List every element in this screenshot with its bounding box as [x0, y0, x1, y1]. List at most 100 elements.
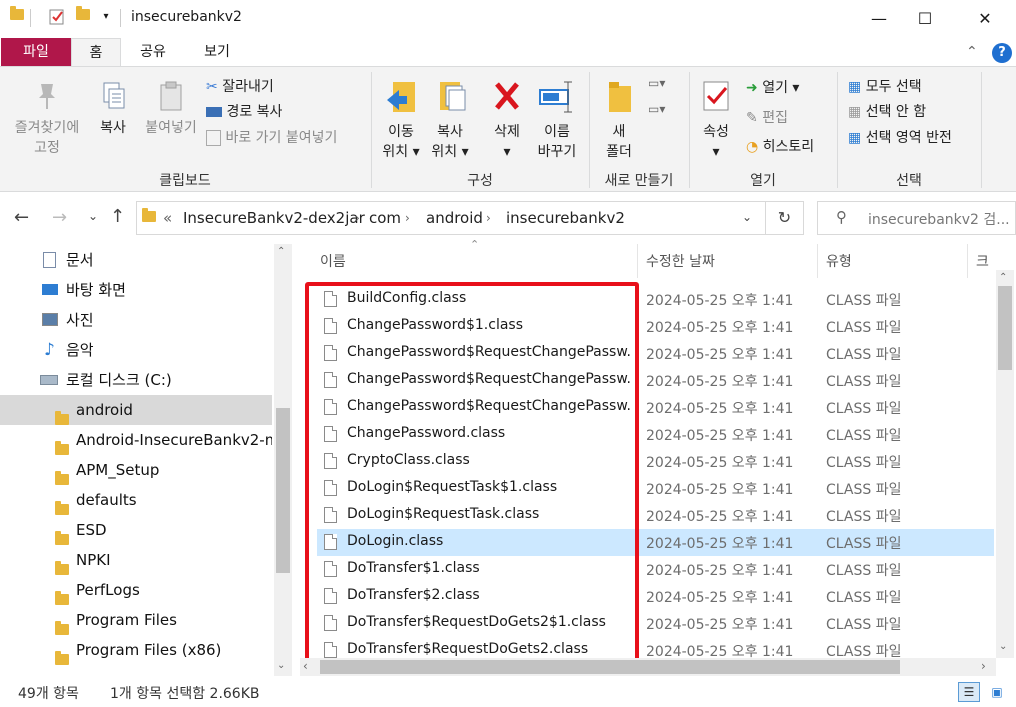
properties-quick-icon[interactable]	[48, 8, 66, 26]
close-button[interactable]: ✕	[962, 0, 1008, 38]
column-divider[interactable]	[637, 244, 638, 278]
scroll-down-icon[interactable]: ⌄	[277, 660, 285, 671]
group-label-open: 열기	[750, 173, 776, 189]
open-button[interactable]: ➜ 열기 ▾	[746, 76, 799, 100]
copy-path-icon	[206, 107, 222, 117]
nav-item-desktop[interactable]: 바탕 화면	[0, 275, 272, 305]
breadcrumb-overflow[interactable]: «	[163, 209, 172, 227]
vertical-scroll-thumb[interactable]	[998, 286, 1012, 370]
nav-item-music[interactable]: ♪ 음악	[0, 335, 272, 365]
file-type: CLASS 파일	[826, 428, 902, 444]
file-type: CLASS 파일	[826, 374, 902, 390]
nav-item-pictures[interactable]: 사진	[0, 305, 272, 335]
column-header-name[interactable]: 이름	[320, 251, 346, 271]
nav-item-android[interactable]: android	[0, 395, 272, 425]
select-none-icon: ▦	[848, 104, 862, 120]
nav-item-documents[interactable]: 문서	[0, 245, 272, 275]
folder-icon	[8, 6, 26, 26]
column-header-size[interactable]: 크	[976, 251, 996, 271]
rename-button[interactable]: 이름 바꾸기	[534, 78, 580, 162]
properties-button[interactable]: 속성 ▾	[696, 78, 736, 162]
breadcrumb-item[interactable]: insecurebankv2	[506, 209, 625, 227]
pin-quick-access-button[interactable]: 즐겨찾기에 고정	[4, 80, 90, 158]
move-to-icon	[387, 82, 415, 112]
breadcrumb-separator[interactable]: ›	[355, 211, 360, 225]
new-folder-button[interactable]: 새 폴더	[598, 78, 640, 162]
up-button[interactable]: ↑	[110, 206, 125, 227]
easy-access-icon[interactable]: ▭▾	[648, 102, 665, 116]
file-type: CLASS 파일	[826, 293, 902, 309]
tab-home[interactable]: 홈	[71, 38, 121, 66]
collapse-ribbon-icon[interactable]: ⌃	[966, 44, 978, 60]
invert-selection-button[interactable]: ▦ 선택 영역 반전	[848, 126, 952, 150]
horizontal-scroll-thumb[interactable]	[320, 660, 900, 674]
tab-view[interactable]: 보기	[192, 38, 242, 66]
copy-icon	[103, 82, 125, 109]
nav-item-folder[interactable]: APM_Setup	[0, 455, 272, 485]
new-folder-quick-icon[interactable]	[74, 6, 92, 26]
breadcrumb-separator[interactable]: ›	[486, 211, 491, 225]
column-divider[interactable]	[817, 244, 818, 278]
minimize-button[interactable]: —	[856, 0, 902, 38]
scroll-up-icon[interactable]: ⌃	[277, 246, 285, 257]
breadcrumb-item[interactable]: InsecureBankv2-dex2jar	[183, 209, 365, 227]
move-to-button[interactable]: 이동 위치 ▾	[378, 78, 424, 162]
copy-to-icon	[440, 82, 466, 111]
scroll-down-icon[interactable]: ⌄	[999, 641, 1007, 652]
nav-item-folder[interactable]: defaults	[0, 485, 272, 515]
scroll-left-icon[interactable]: ‹	[303, 659, 308, 673]
scissors-icon: ✂	[206, 79, 218, 95]
select-none-button[interactable]: ▦ 선택 안 함	[848, 100, 926, 124]
divider	[120, 9, 121, 27]
rename-icon	[539, 81, 572, 113]
history-icon: ◔	[746, 139, 759, 155]
column-divider[interactable]	[967, 244, 968, 278]
column-header-type[interactable]: 유형	[826, 251, 852, 271]
select-all-button[interactable]: ▦ 모두 선택	[848, 75, 922, 99]
tab-share[interactable]: 공유	[128, 38, 178, 66]
new-item-icon[interactable]: ▭▾	[648, 76, 665, 90]
nav-item-folder[interactable]: Android-InsecureBankv2-mas	[0, 425, 272, 455]
divider	[30, 9, 31, 27]
paste-button[interactable]: 붙여넣기	[138, 80, 204, 138]
forward-button[interactable]: →	[52, 207, 67, 228]
details-view-icon[interactable]: ☰	[958, 682, 980, 702]
delete-icon	[495, 82, 519, 110]
scroll-up-icon[interactable]: ⌃	[999, 272, 1007, 283]
nav-item-folder[interactable]: Program Files (x86)	[0, 635, 272, 665]
nav-item-folder[interactable]: Program Files	[0, 605, 272, 635]
folder-icon	[142, 208, 156, 226]
highlight-box	[305, 282, 639, 662]
back-button[interactable]: ←	[14, 207, 29, 228]
nav-scroll-thumb[interactable]	[276, 408, 290, 573]
copy-path-button[interactable]: 경로 복사	[206, 100, 282, 124]
delete-button[interactable]: 삭제 ▾	[484, 78, 530, 162]
nav-item-folder[interactable]: PerfLogs	[0, 575, 272, 605]
cut-button[interactable]: ✂ 잘라내기	[206, 75, 274, 99]
tab-file[interactable]: 파일	[1, 38, 71, 66]
copy-to-button[interactable]: 복사 위치 ▾	[426, 78, 474, 162]
edit-button[interactable]: ✎ 편집	[746, 106, 788, 130]
scroll-right-icon[interactable]: ›	[981, 659, 986, 673]
breadcrumb-separator[interactable]: ›	[405, 211, 410, 225]
nav-item-folder[interactable]: NPKI	[0, 545, 272, 575]
column-header-date[interactable]: 수정한 날짜	[646, 251, 715, 271]
large-icons-view-icon[interactable]: ▣	[986, 682, 1008, 702]
music-icon: ♪	[44, 340, 55, 360]
file-type: CLASS 파일	[826, 320, 902, 336]
file-type: CLASS 파일	[826, 563, 902, 579]
recent-locations-button[interactable]: ⌄	[88, 209, 98, 223]
history-button[interactable]: ◔ 히스토리	[746, 135, 814, 159]
maximize-button[interactable]: ☐	[902, 0, 948, 38]
sort-ascending-icon: ⌃	[470, 238, 480, 251]
customize-quick-access-icon[interactable]: ▾	[97, 8, 115, 26]
nav-item-folder[interactable]: ESD	[0, 515, 272, 545]
breadcrumb-item[interactable]: com	[369, 209, 401, 227]
address-dropdown-icon[interactable]: ⌄	[742, 210, 752, 224]
paste-shortcut-button[interactable]: 바로 가기 붙여넣기	[206, 126, 337, 150]
refresh-button[interactable]: ↻	[766, 201, 804, 235]
help-icon[interactable]: ?	[992, 43, 1012, 63]
breadcrumb-item[interactable]: android	[426, 209, 483, 227]
copy-button[interactable]: 복사	[92, 80, 134, 138]
nav-item-local-disk[interactable]: 로컬 디스크 (C:)	[0, 365, 272, 395]
